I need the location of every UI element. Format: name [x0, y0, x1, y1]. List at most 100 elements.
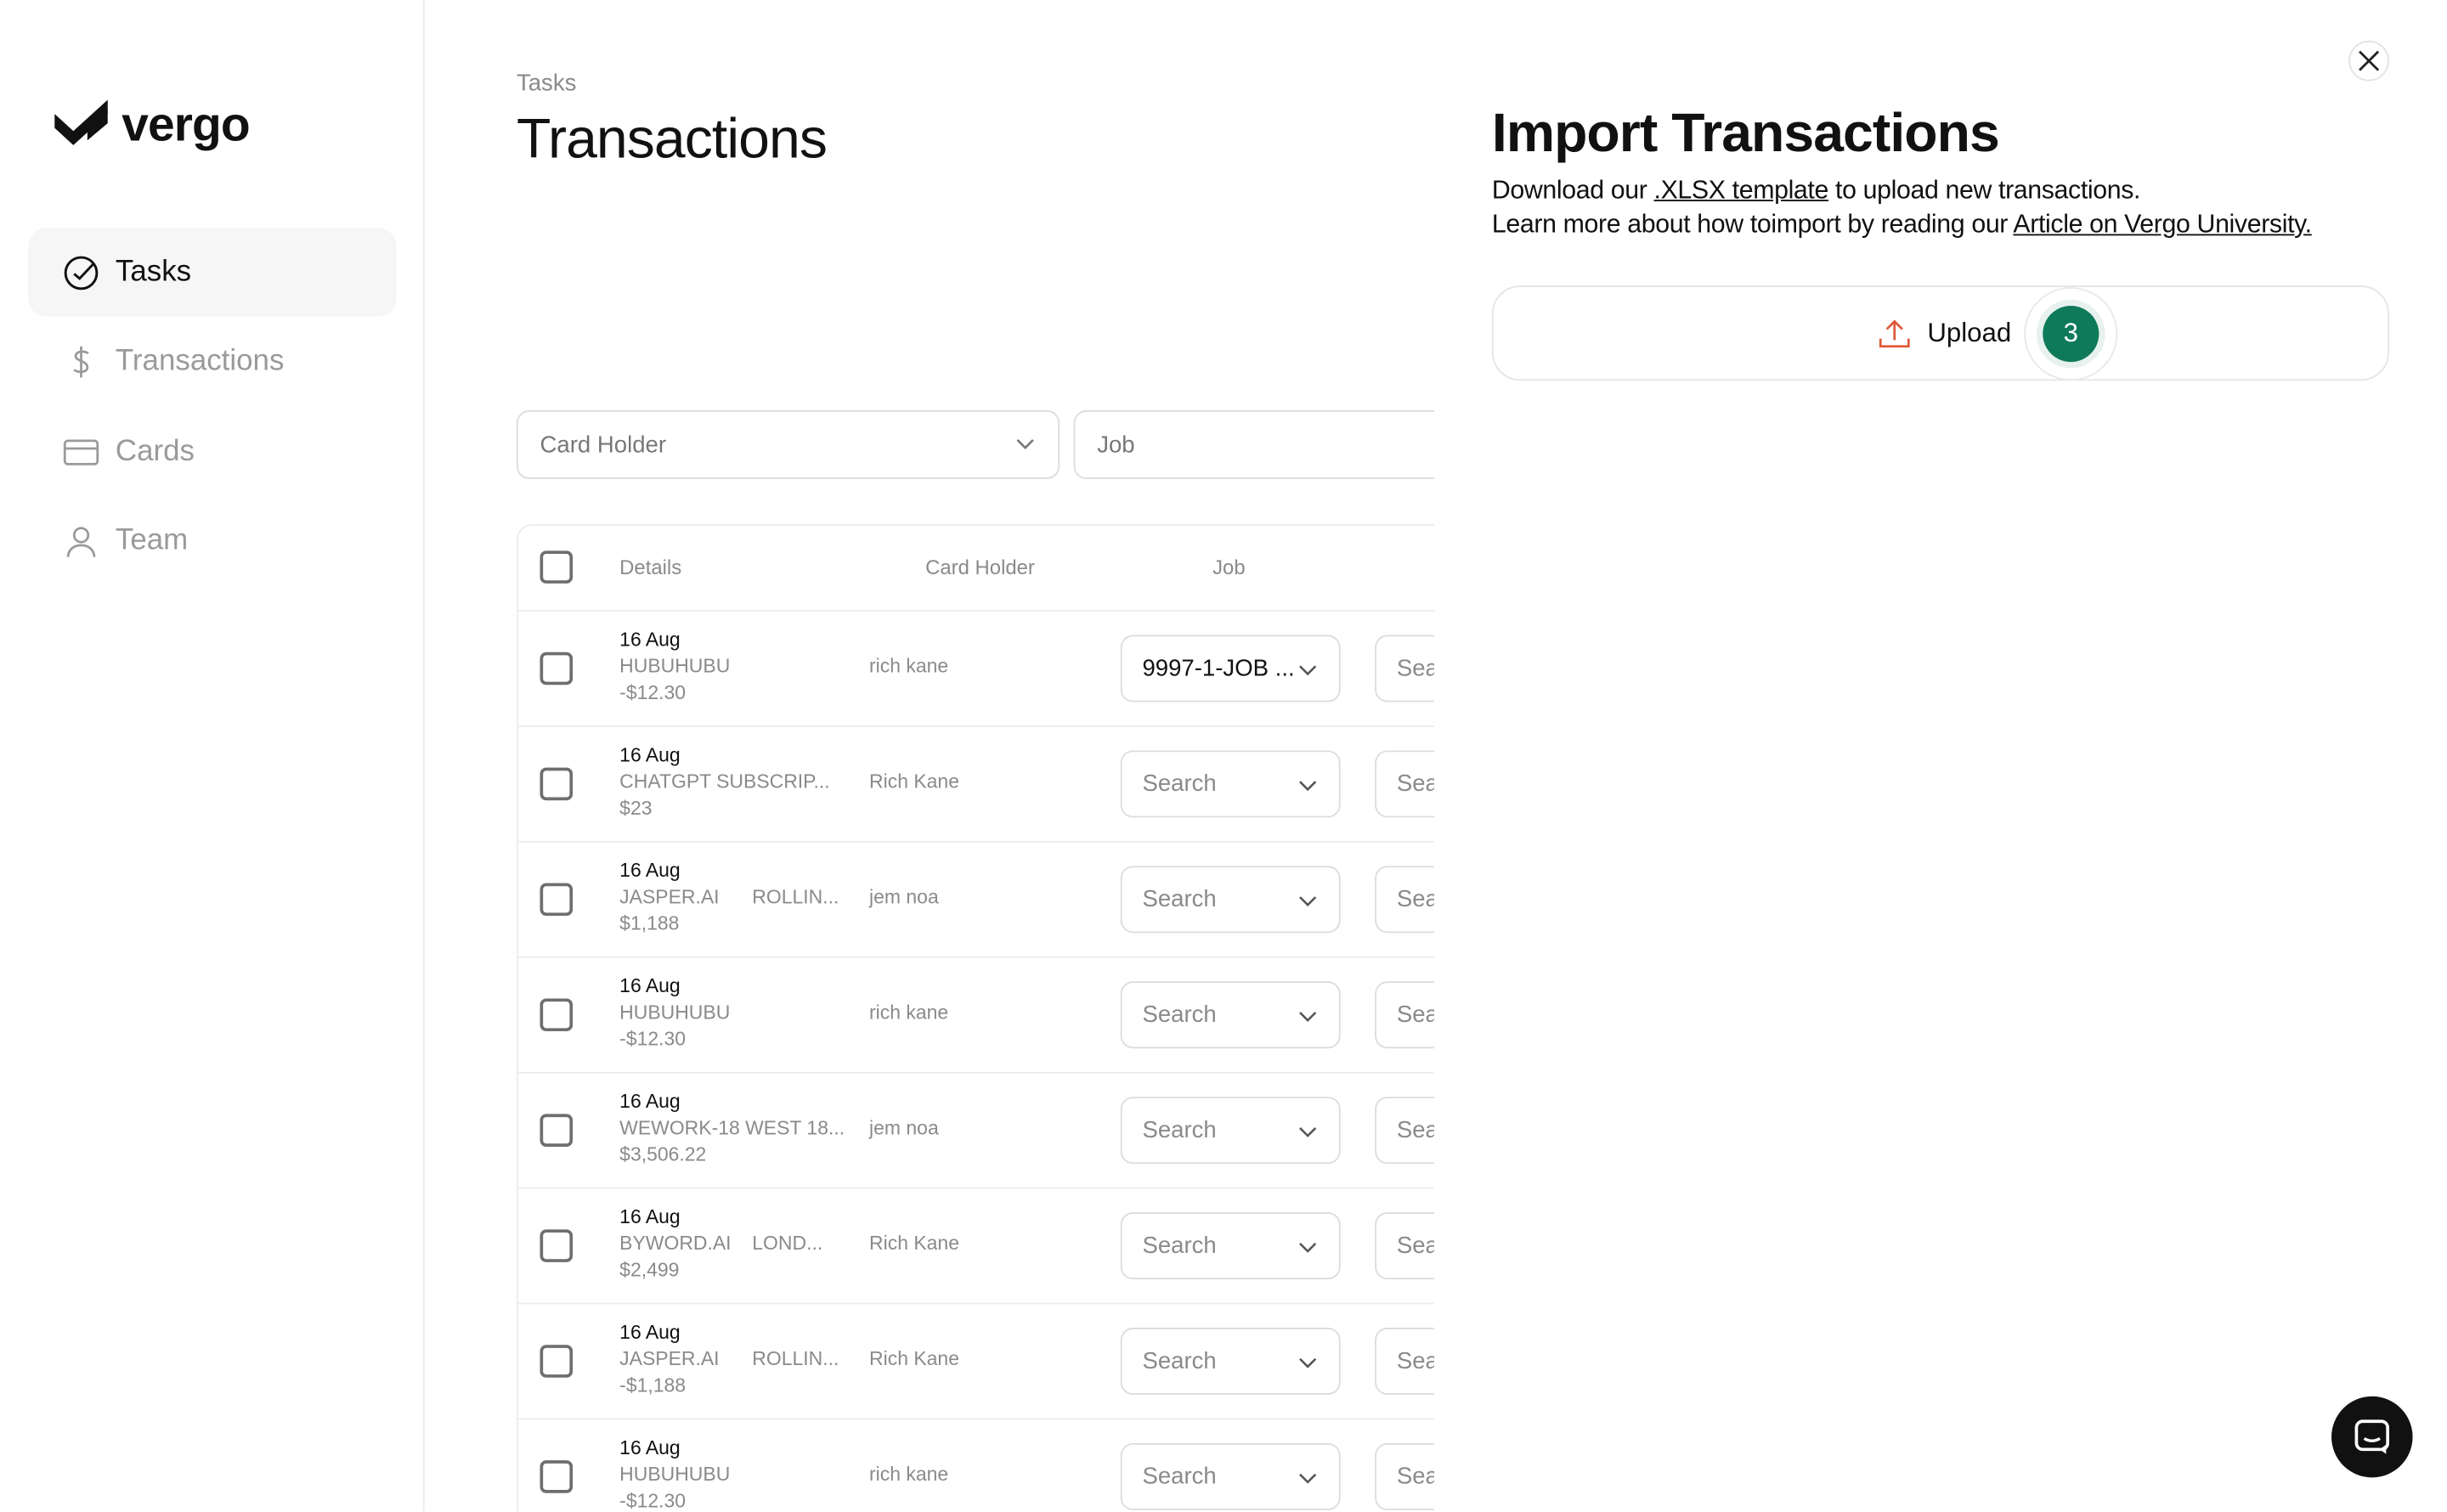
chat-launcher-button[interactable]: [2331, 1396, 2413, 1478]
upload-count-badge: 3: [2043, 305, 2099, 363]
sidebar-item-tasks[interactable]: Tasks: [28, 228, 397, 317]
transaction-amount: $2,499: [619, 1259, 680, 1281]
row-checkbox[interactable]: [540, 883, 574, 917]
job-select[interactable]: Search: [1120, 866, 1341, 934]
secondary-search-value: Sea: [1396, 1347, 1438, 1375]
card-holder-name: Rich Kane: [869, 770, 959, 793]
card-icon: [63, 438, 99, 465]
upload-icon: [1879, 319, 1910, 348]
close-button[interactable]: [2348, 40, 2389, 82]
job-select[interactable]: Search: [1120, 1442, 1341, 1510]
card-holder-name: Rich Kane: [869, 1347, 959, 1370]
merchant-name: CHATGPT SUBSCRIP...: [619, 770, 830, 793]
transaction-amount: $23: [619, 797, 653, 820]
job-select-value: Search: [1142, 1117, 1217, 1144]
sidebar-item-label: Transactions: [115, 344, 285, 378]
transaction-amount: $3,506.22: [619, 1143, 707, 1166]
job-filter-placeholder: Job: [1097, 431, 1135, 459]
sidebar-item-transactions[interactable]: Transactions: [28, 318, 396, 407]
merchant-name: HUBUHUBU: [619, 1001, 731, 1024]
transaction-merchant: HUBUHUBU: [619, 1464, 854, 1486]
upload-count-badge-ring: 3: [2024, 286, 2118, 381]
merchant-location: LOND...: [752, 1232, 823, 1255]
merchant-name: HUBUHUBU: [619, 655, 731, 678]
card-holder-filter-placeholder: Card Holder: [540, 431, 667, 459]
user-icon: [66, 527, 96, 557]
chevron-down-icon: [1299, 1127, 1317, 1137]
breadcrumb[interactable]: Tasks: [517, 71, 576, 97]
row-checkbox[interactable]: [540, 1114, 574, 1147]
sidebar-nav: Tasks Transactions Cards Team: [28, 228, 397, 586]
job-select[interactable]: Search: [1120, 750, 1341, 818]
download-instructions: Download our .XLSX template to upload ne…: [1492, 177, 2141, 206]
upload-button[interactable]: Upload 3: [1491, 285, 2389, 381]
chevron-down-icon: [1299, 1012, 1317, 1023]
merchant-location: ROLLIN...: [752, 886, 839, 908]
chevron-down-icon: [1299, 1473, 1317, 1484]
job-select-value: Search: [1142, 886, 1217, 913]
secondary-search-value: Sea: [1396, 770, 1438, 798]
card-holder-name: Rich Kane: [869, 1232, 959, 1255]
job-select[interactable]: Search: [1120, 981, 1341, 1049]
job-select-value: Search: [1142, 1347, 1217, 1375]
check-circle-icon: [64, 255, 99, 290]
sidebar: vergo Tasks Transactions Cards Team: [0, 0, 425, 1512]
job-select[interactable]: 9997-1-JOB ...: [1120, 635, 1341, 702]
transaction-date: 16 Aug: [619, 1436, 681, 1459]
transaction-amount: $1,188: [619, 912, 680, 935]
sidebar-item-label: Cards: [115, 434, 195, 468]
transaction-merchant: WEWORK-18 WEST 18...: [619, 1117, 854, 1139]
transaction-date: 16 Aug: [619, 1090, 681, 1113]
transaction-date: 16 Aug: [619, 860, 681, 882]
xlsx-template-link[interactable]: .XLSX template: [1654, 177, 1829, 205]
card-holder-name: rich kane: [869, 1001, 949, 1024]
transaction-merchant: CHATGPT SUBSCRIP...: [619, 770, 854, 793]
chevron-down-icon: [1299, 665, 1317, 676]
job-select[interactable]: Search: [1120, 1328, 1341, 1396]
merchant-location: ROLLIN...: [752, 1347, 839, 1370]
row-checkbox[interactable]: [540, 1460, 574, 1493]
brand-name: vergo: [122, 96, 250, 152]
row-checkbox[interactable]: [540, 1345, 574, 1378]
sidebar-item-label: Tasks: [115, 255, 192, 288]
column-details: Details: [619, 555, 682, 579]
secondary-search-value: Sea: [1396, 1117, 1438, 1144]
transaction-date: 16 Aug: [619, 974, 681, 997]
transaction-merchant: HUBUHUBU: [619, 1001, 854, 1024]
upload-label: Upload: [1927, 318, 2012, 348]
transaction-date: 16 Aug: [619, 1205, 681, 1228]
sidebar-item-team[interactable]: Team: [28, 497, 396, 586]
close-icon: [2359, 50, 2380, 71]
column-card-holder: Card Holder: [925, 555, 1035, 579]
panel-title: Import Transactions: [1491, 103, 2000, 164]
vergo-logo-icon: [54, 99, 108, 145]
secondary-search-value: Sea: [1396, 1001, 1438, 1029]
merchant-name: BYWORD.AI: [619, 1232, 732, 1255]
vergo-university-link[interactable]: Article on Vergo University.: [2013, 211, 2312, 239]
card-holder-filter[interactable]: Card Holder: [516, 410, 1060, 479]
chevron-down-icon: [1299, 781, 1317, 792]
dollar-icon: [73, 346, 89, 378]
job-select[interactable]: Search: [1120, 1097, 1341, 1165]
job-select-value: 9997-1-JOB ...: [1142, 655, 1295, 682]
secondary-search-value: Sea: [1396, 886, 1438, 913]
row-checkbox[interactable]: [540, 767, 574, 801]
job-select-value: Search: [1142, 1463, 1217, 1491]
chevron-down-icon: [1299, 896, 1317, 907]
vergo-logo[interactable]: vergo: [53, 96, 251, 153]
transaction-date: 16 Aug: [619, 629, 681, 651]
transaction-amount: -$12.30: [619, 681, 687, 704]
chat-icon: [2354, 1419, 2389, 1454]
row-checkbox[interactable]: [540, 652, 574, 685]
transaction-merchant: HUBUHUBU: [619, 655, 854, 677]
secondary-search-value: Sea: [1396, 1463, 1438, 1491]
sidebar-item-cards[interactable]: Cards: [28, 407, 396, 496]
row-checkbox[interactable]: [540, 1229, 574, 1262]
transaction-amount: -$12.30: [619, 1490, 687, 1512]
card-holder-name: rich kane: [869, 1463, 949, 1486]
transaction-date: 16 Aug: [619, 744, 681, 766]
row-checkbox[interactable]: [540, 998, 574, 1032]
select-all-checkbox[interactable]: [540, 550, 574, 584]
job-select[interactable]: Search: [1120, 1212, 1341, 1280]
import-transactions-panel: Import Transactions Download our .XLSX t…: [1433, 0, 2447, 1512]
